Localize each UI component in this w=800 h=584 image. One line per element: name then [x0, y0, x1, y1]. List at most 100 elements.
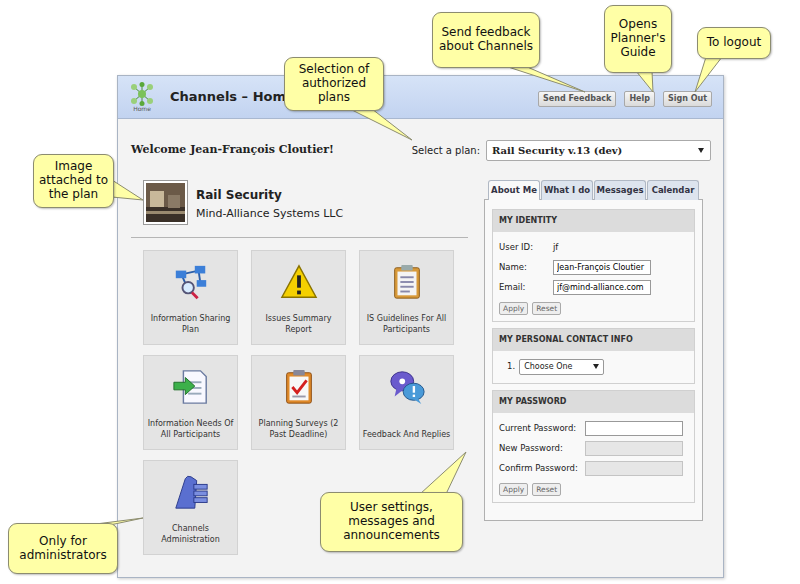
feature-tile[interactable]: IS Guidelines For All Participants — [359, 250, 454, 345]
logo-caption[interactable]: Home — [133, 106, 151, 112]
callout: Only for administrators — [8, 523, 118, 574]
callout-pointer — [420, 452, 466, 494]
identity-row: Email: — [499, 278, 688, 298]
settings-section: MY PERSONAL CONTACT INFO 1. Choose One — [492, 328, 695, 384]
header-bar: Home Channels – Home Send Feedback Help Sign… — [118, 76, 723, 119]
button-row: Apply Reset — [499, 483, 688, 496]
plan-select-value[interactable]: Rail Security v.13 (dev) — [492, 143, 622, 158]
reset-button[interactable]: Reset — [532, 483, 561, 496]
tile-label[interactable]: Channels Administration — [145, 524, 237, 546]
plan-organization: Mind-Alliance Systems LLC — [196, 206, 343, 223]
dropdown-arrow-icon[interactable] — [593, 364, 599, 369]
identity-body: User ID:jfName:Email:ApplyReset — [493, 232, 694, 321]
tab[interactable]: What I do — [541, 180, 593, 200]
password-field[interactable] — [585, 421, 683, 436]
plan-header: Rail Security Mind-Alliance Systems LLC — [131, 180, 468, 225]
password-body: Current Password: New Password: Confirm Pa… — [493, 413, 694, 502]
callout-pointer — [695, 57, 722, 92]
callout-pointer — [350, 109, 412, 140]
welcome-row: Welcome Jean-François Cloutier! Select a … — [131, 140, 711, 161]
sharing-icon — [172, 263, 210, 301]
contact-body: 1. Choose One — [493, 351, 694, 383]
settings-section: MY IDENTITYUser ID:jfName:Email:ApplyRes… — [492, 209, 695, 322]
plan-name: Rail Security — [196, 186, 343, 204]
field-label: Name: — [499, 261, 553, 274]
contact-select-value[interactable]: Choose One — [524, 361, 572, 373]
header-buttons: Send Feedback Help Sign Out — [538, 91, 712, 107]
password-field — [585, 461, 683, 476]
tile-label[interactable]: Information Needs Of All Participants — [145, 419, 237, 441]
guidelines-icon — [388, 263, 426, 301]
feature-tile[interactable]: Feedback And Replies — [359, 355, 454, 450]
tile-label[interactable]: IS Guidelines For All Participants — [361, 314, 453, 336]
home-body: Welcome Jean-François Cloutier! Select a … — [118, 119, 723, 555]
needs-icon — [172, 368, 210, 406]
channels-logo-icon — [129, 82, 155, 106]
tab[interactable]: Calendar — [647, 180, 699, 200]
page-title: Channels – Home — [170, 87, 295, 107]
callout-pointer — [505, 66, 585, 92]
header-button[interactable]: Send Feedback — [538, 91, 616, 107]
reset-button[interactable]: Reset — [532, 302, 561, 315]
feedback-icon — [388, 368, 426, 406]
contact-row: 1. Choose One — [499, 357, 688, 377]
text-field[interactable] — [553, 280, 651, 295]
callout: Opens Planner's Guide — [604, 5, 672, 73]
callout: User settings, messages and announcement… — [320, 492, 463, 552]
tab[interactable]: About Me — [488, 180, 540, 200]
section-header: MY PERSONAL CONTACT INFO — [493, 329, 694, 351]
identity-row: Name: — [499, 258, 688, 278]
callout: To logout — [697, 27, 771, 59]
callout-pointer — [636, 71, 653, 92]
field-label: Current Password: — [499, 422, 585, 435]
welcome-text: Welcome Jean-François Cloutier! — [131, 142, 334, 159]
text-field[interactable] — [553, 260, 651, 275]
callout: Selection of authorized plans — [284, 57, 384, 111]
header-button[interactable]: Help — [624, 91, 655, 107]
plan-select[interactable]: Rail Security v.13 (dev) — [486, 140, 711, 161]
field-value: jf — [553, 241, 558, 254]
tab-panel: MY IDENTITYUser ID:jfName:Email:ApplyRes… — [484, 199, 703, 521]
plan-select-label: Select a plan: — [412, 143, 480, 158]
callout: Image attached to the plan — [33, 154, 114, 208]
dropdown-arrow-icon[interactable] — [698, 148, 704, 153]
callout-pointer — [112, 180, 143, 200]
field-label: Confirm Password: — [499, 462, 585, 475]
feature-tile[interactable]: Information Sharing Plan — [143, 250, 238, 345]
plan-selector: Select a plan: Rail Security v.13 (dev) — [412, 140, 711, 161]
item-number: 1. — [507, 360, 515, 373]
feature-tile[interactable]: Issues Summary Report — [251, 250, 346, 345]
password-field — [585, 441, 683, 456]
callout: Send feedback about Channels — [432, 12, 540, 68]
settings-section: MY PASSWORDCurrent Password:New Password… — [492, 390, 695, 503]
tile-label[interactable]: Planning Surveys (2 Past Deadline) — [253, 419, 345, 441]
plan-info: Rail Security Mind-Alliance Systems LLC — [196, 180, 343, 225]
apply-button[interactable]: Apply — [499, 483, 528, 496]
password-row: New Password: — [499, 439, 688, 459]
tile-label[interactable]: Information Sharing Plan — [145, 314, 237, 336]
apply-button[interactable]: Apply — [499, 302, 528, 315]
tile-label[interactable]: Feedback And Replies — [361, 430, 453, 441]
section-header: MY IDENTITY — [493, 210, 694, 232]
header-button[interactable]: Sign Out — [663, 91, 712, 107]
field-label: User ID: — [499, 241, 553, 254]
divider — [131, 237, 468, 238]
password-row: Confirm Password: — [499, 459, 688, 479]
surveys-icon — [280, 368, 318, 406]
contact-select[interactable]: Choose One — [519, 359, 604, 375]
field-label: Email: — [499, 281, 553, 294]
tab[interactable]: Messages — [594, 180, 646, 200]
user-panel: About MeWhat I doMessagesCalendar MY IDEN… — [484, 180, 703, 555]
field-label: New Password: — [499, 442, 585, 455]
tile-label[interactable]: Issues Summary Report — [253, 314, 345, 336]
issues-icon — [280, 263, 318, 301]
home-logo[interactable]: Home — [124, 82, 160, 112]
identity-row: User ID:jf — [499, 238, 688, 258]
feature-tile[interactable]: Channels Administration — [143, 460, 238, 555]
tab-strip: About MeWhat I doMessagesCalendar — [484, 180, 703, 199]
button-row: Apply Reset — [499, 302, 688, 315]
feature-tile[interactable]: Planning Surveys (2 Past Deadline) — [251, 355, 346, 450]
feature-tile[interactable]: Information Needs Of All Participants — [143, 355, 238, 450]
plan-image — [143, 180, 188, 225]
password-row: Current Password: — [499, 419, 688, 439]
